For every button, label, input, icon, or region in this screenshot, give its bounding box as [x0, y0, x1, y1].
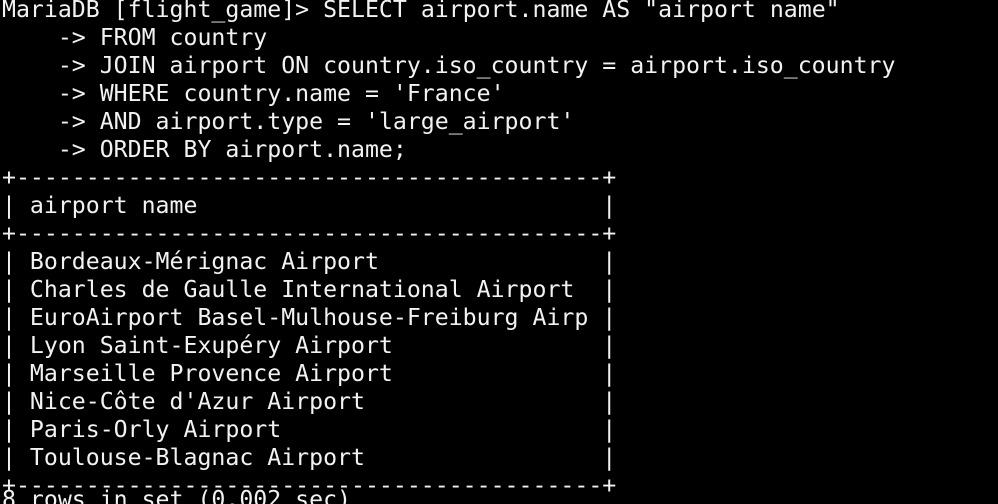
sql-from: -> FROM country	[2, 24, 268, 51]
prompt-line: MariaDB [flight_game]> SELECT airport.na…	[2, 0, 840, 24]
table-row: | Nice-Côte d'Azur Airport |	[2, 388, 617, 415]
prompt: MariaDB [flight_game]>	[2, 0, 324, 23]
sql-select: SELECT airport.name AS "airport name"	[323, 0, 840, 23]
sql-join: -> JOIN airport ON country.iso_country =…	[2, 52, 896, 79]
sql-order-by: -> ORDER BY airport.name;	[2, 136, 407, 163]
table-top-border: +---------------------------------------…	[2, 164, 617, 191]
sql-where: -> WHERE country.name = 'France'	[2, 80, 505, 107]
sql-and: -> AND airport.type = 'large_airport'	[2, 108, 575, 135]
table-row: | EuroAirport Basel-Mulhouse-Freiburg Ai…	[2, 304, 617, 331]
table-row: | Bordeaux-Mérignac Airport |	[2, 248, 617, 275]
table-row: | Charles de Gaulle International Airpor…	[2, 276, 617, 303]
result-footer: 8 rows in set (0.002 sec)	[2, 486, 352, 504]
table-row: | Marseille Provence Airport |	[2, 360, 617, 387]
table-header-border: +---------------------------------------…	[2, 220, 617, 247]
table-header: | airport name |	[2, 192, 617, 219]
terminal-window[interactable]: MariaDB [flight_game]> SELECT airport.na…	[0, 0, 998, 504]
table-row: | Lyon Saint-Exupéry Airport |	[2, 332, 617, 359]
table-row: | Paris-Orly Airport |	[2, 416, 617, 443]
table-row: | Toulouse-Blagnac Airport |	[2, 444, 617, 471]
